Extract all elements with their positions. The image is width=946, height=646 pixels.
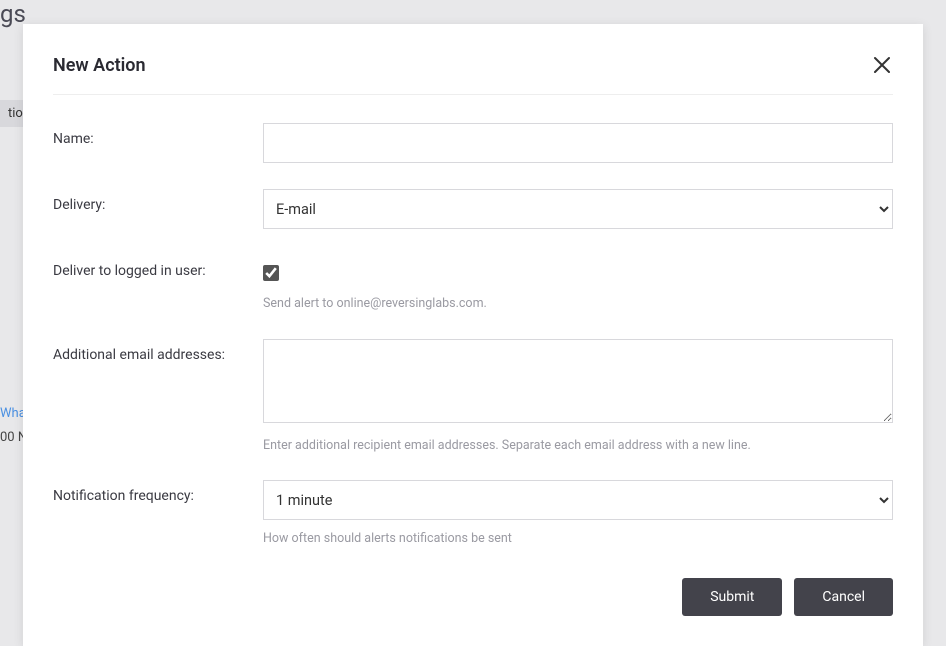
- form-row-deliver-to-user: Deliver to logged in user: Send alert to…: [53, 255, 893, 313]
- form-row-frequency: Notification frequency: 1 minute How oft…: [53, 480, 893, 548]
- cancel-button[interactable]: Cancel: [794, 578, 893, 616]
- form-row-delivery: Delivery: E-mail: [53, 189, 893, 229]
- modal-footer: Submit Cancel: [53, 578, 893, 616]
- delivery-label: Delivery:: [53, 189, 263, 213]
- close-button[interactable]: [871, 54, 893, 76]
- additional-emails-label: Additional email addresses:: [53, 339, 263, 363]
- deliver-to-user-label: Deliver to logged in user:: [53, 255, 263, 279]
- additional-emails-textarea[interactable]: [263, 339, 893, 423]
- modal-header: New Action: [53, 54, 893, 95]
- form-row-additional-emails: Additional email addresses: Enter additi…: [53, 339, 893, 455]
- delivery-control-wrap: E-mail: [263, 189, 893, 229]
- deliver-to-user-checkbox[interactable]: [263, 265, 279, 281]
- name-control-wrap: [263, 123, 893, 163]
- additional-emails-help: Enter additional recipient email address…: [263, 437, 893, 455]
- frequency-label: Notification frequency:: [53, 480, 263, 504]
- new-action-modal: New Action Name: Delivery: E-mail: [23, 24, 923, 646]
- frequency-select[interactable]: 1 minute: [263, 480, 893, 520]
- submit-button[interactable]: Submit: [682, 578, 782, 616]
- modal-title: New Action: [53, 55, 146, 76]
- name-label: Name:: [53, 123, 263, 147]
- deliver-to-user-control-wrap: Send alert to online@reversinglabs.com.: [263, 255, 893, 313]
- modal-overlay: New Action Name: Delivery: E-mail: [0, 0, 946, 646]
- frequency-help: How often should alerts notifications be…: [263, 530, 893, 548]
- delivery-select[interactable]: E-mail: [263, 189, 893, 229]
- form-row-name: Name:: [53, 123, 893, 163]
- close-icon: [873, 56, 891, 74]
- additional-emails-control-wrap: Enter additional recipient email address…: [263, 339, 893, 455]
- frequency-control-wrap: 1 minute How often should alerts notific…: [263, 480, 893, 548]
- deliver-to-user-help: Send alert to online@reversinglabs.com.: [263, 295, 893, 313]
- name-input[interactable]: [263, 123, 893, 163]
